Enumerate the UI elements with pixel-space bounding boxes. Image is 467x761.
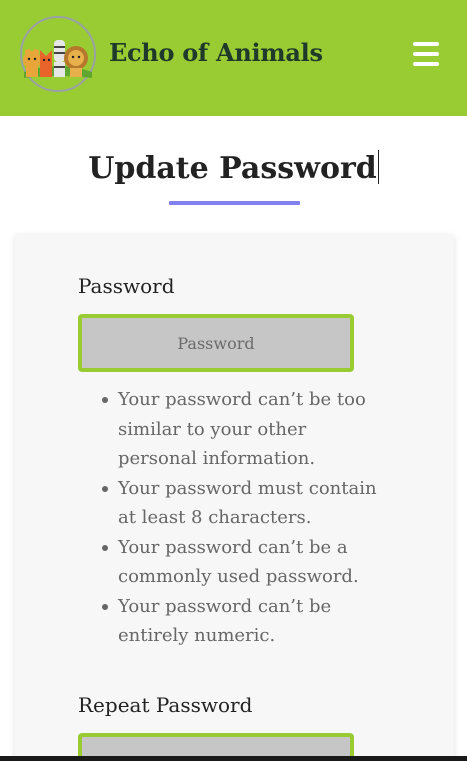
password-form-card: Password Your password can’t be too simi… <box>15 235 454 761</box>
password-rule-item: Your password must contain at least 8 ch… <box>102 474 378 533</box>
page-title: Update Password <box>0 150 467 186</box>
text-caret <box>377 150 379 184</box>
page-title-text: Update Password <box>88 151 377 186</box>
site-header: Echo of Animals <box>0 0 467 116</box>
site-brand-title[interactable]: Echo of Animals <box>109 38 323 67</box>
repeat-password-label: Repeat Password <box>78 693 253 717</box>
hamburger-line <box>413 52 439 56</box>
title-underline <box>169 201 300 205</box>
password-rule-item: Your password can’t be a commonly used p… <box>102 533 378 592</box>
page: Echo of Animals Update Password Password… <box>0 0 467 761</box>
password-input[interactable] <box>78 314 354 372</box>
hamburger-menu-icon[interactable] <box>413 42 439 68</box>
password-label: Password <box>78 274 175 298</box>
hamburger-line <box>413 42 439 46</box>
animal-group-logo-icon[interactable] <box>18 16 98 92</box>
password-rule-item: Your password can’t be entirely numeric. <box>102 592 378 651</box>
bottom-edge-bar <box>0 756 467 761</box>
password-rule-item: Your password can’t be too similar to yo… <box>102 385 378 474</box>
hamburger-line <box>413 62 439 66</box>
password-rules-list: Your password can’t be too similar to yo… <box>78 385 378 651</box>
